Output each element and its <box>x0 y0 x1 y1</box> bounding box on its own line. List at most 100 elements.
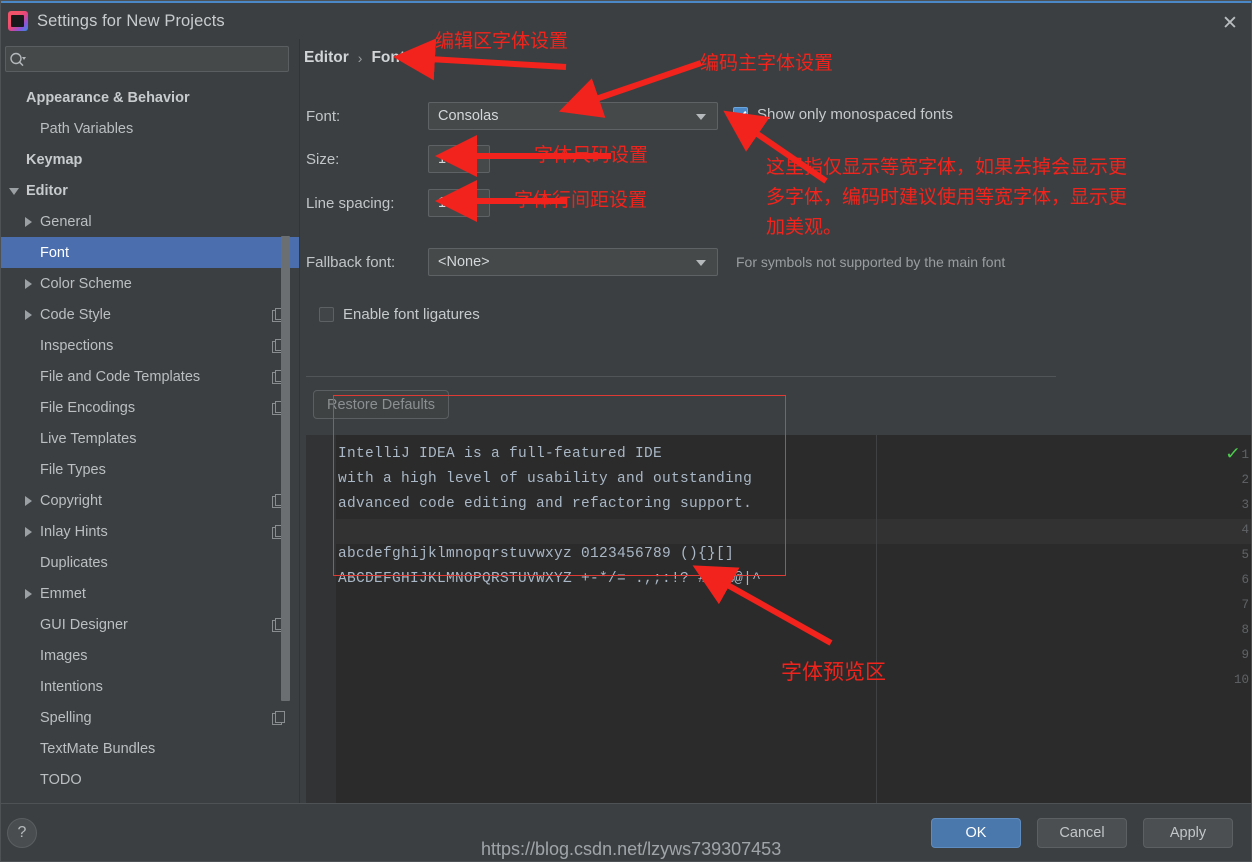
chevron-right-icon[interactable] <box>23 278 34 289</box>
chevron-right-icon[interactable] <box>23 588 34 599</box>
sidebar-item-intentions[interactable]: Intentions <box>1 671 299 702</box>
sidebar-item-spelling[interactable]: Spelling <box>1 702 299 733</box>
sidebar-item-file-encodings[interactable]: File Encodings <box>1 392 299 423</box>
search-box[interactable] <box>5 46 289 72</box>
monospaced-label: Show only monospaced fonts <box>757 106 953 123</box>
sidebar-item-inlay-hints[interactable]: Inlay Hints <box>1 516 299 547</box>
font-row: Font: Consolas <box>306 102 718 130</box>
sidebar-scrollbar[interactable] <box>281 236 290 701</box>
font-family-value: Consolas <box>438 108 499 124</box>
chevron-down-icon <box>696 260 706 266</box>
sidebar-item-label: Inlay Hints <box>40 523 108 540</box>
size-row: Size: 13 <box>306 145 490 173</box>
sidebar-item-label: Spelling <box>40 709 92 726</box>
font-preview-editor[interactable]: 1 2 3 4 5 6 7 8 9 10 IntelliJ IDEA is a full-feat… <box>306 435 1251 833</box>
sidebar-item-label: Code Style <box>40 306 111 323</box>
sidebar-item-todo[interactable]: TODO <box>1 764 299 795</box>
settings-dialog: Settings for New Projects ✕ Appearance &… <box>0 0 1252 862</box>
line-number: 2 <box>1241 473 1249 487</box>
green-check-icon: ✓ <box>1224 444 1242 463</box>
sidebar-item-file-and-code-templates[interactable]: File and Code Templates <box>1 361 299 392</box>
sidebar-item-general[interactable]: General <box>1 206 299 237</box>
sidebar-item-label: Path Variables <box>40 120 134 137</box>
line-number: 5 <box>1241 548 1249 562</box>
settings-sidebar: Appearance & Behavior Path Variables Keyma… <box>1 39 300 805</box>
ligatures-checkbox-row[interactable]: Enable font ligatures <box>319 306 480 323</box>
section-divider <box>306 376 1056 377</box>
ok-button[interactable]: OK <box>931 818 1021 848</box>
copy-settings-icon[interactable] <box>272 711 285 725</box>
sidebar-item-appearance-behavior[interactable]: Appearance & Behavior <box>1 82 299 113</box>
line-spacing-input[interactable]: 1.2 <box>428 189 490 217</box>
ligatures-label: Enable font ligatures <box>343 306 480 323</box>
sidebar-item-label: Editor <box>26 182 68 199</box>
search-icon <box>9 52 31 67</box>
help-icon[interactable]: ? <box>7 818 37 848</box>
fallback-font-label: Fallback font: <box>306 253 396 271</box>
sidebar-item-label: Color Scheme <box>40 275 132 292</box>
sidebar-item-label: File Encodings <box>40 399 136 416</box>
sidebar-item-copyright[interactable]: Copyright <box>1 485 299 516</box>
search-input[interactable] <box>31 51 288 67</box>
sidebar-item-color-scheme[interactable]: Color Scheme <box>1 268 299 299</box>
ligatures-checkbox[interactable] <box>319 307 334 322</box>
line-number: 3 <box>1241 498 1249 512</box>
font-size-input[interactable]: 13 <box>428 145 490 173</box>
font-label: Font: <box>306 107 341 125</box>
sidebar-item-keymap[interactable]: Keymap <box>1 144 299 175</box>
breadcrumb-parent[interactable]: Editor <box>304 49 349 67</box>
sidebar-item-editor[interactable]: Editor <box>1 175 299 206</box>
sidebar-item-path-variables[interactable]: Path Variables <box>1 113 299 144</box>
size-label: Size: <box>306 150 340 168</box>
sidebar-item-label: TextMate Bundles <box>40 740 156 757</box>
line-spacing-row: Line spacing: 1.2 <box>306 189 490 217</box>
restore-defaults-button[interactable]: Restore Defaults <box>313 390 449 419</box>
cancel-button[interactable]: Cancel <box>1037 818 1127 848</box>
sidebar-item-label: General <box>40 213 92 230</box>
sidebar-item-label: Intentions <box>40 678 103 695</box>
chevron-right-icon[interactable] <box>23 495 34 506</box>
preview-code-line: with a high level of usability and outst… <box>338 471 753 487</box>
chevron-right-icon[interactable] <box>23 309 34 320</box>
monospaced-checkbox-row[interactable]: Show only monospaced fonts <box>733 106 953 123</box>
chevron-down-icon[interactable] <box>9 185 20 196</box>
title-bar: Settings for New Projects ✕ <box>1 1 1251 41</box>
apply-button[interactable]: Apply <box>1143 818 1233 848</box>
close-icon[interactable]: ✕ <box>1207 5 1251 41</box>
sidebar-item-code-style[interactable]: Code Style <box>1 299 299 330</box>
fallback-font-value: <None> <box>438 254 490 270</box>
sidebar-item-live-templates[interactable]: Live Templates <box>1 423 299 454</box>
chevron-right-icon[interactable] <box>23 216 34 227</box>
sidebar-item-emmet[interactable]: Emmet <box>1 578 299 609</box>
sidebar-item-gui-designer[interactable]: GUI Designer <box>1 609 299 640</box>
sidebar-item-label: Live Templates <box>40 430 137 447</box>
sidebar-item-font[interactable]: Font <box>1 237 299 268</box>
font-family-select[interactable]: Consolas <box>428 102 718 130</box>
line-number: 10 <box>1233 673 1249 687</box>
line-number: 9 <box>1241 648 1249 662</box>
line-number: 6 <box>1241 573 1249 587</box>
sidebar-item-duplicates[interactable]: Duplicates <box>1 547 299 578</box>
chevron-right-icon[interactable] <box>23 526 34 537</box>
fallback-font-select[interactable]: <None> <box>428 248 718 276</box>
sidebar-item-images[interactable]: Images <box>1 640 299 671</box>
sidebar-item-file-types[interactable]: File Types <box>1 454 299 485</box>
sidebar-item-textmate-bundles[interactable]: TextMate Bundles <box>1 733 299 764</box>
sidebar-item-inspections[interactable]: Inspections <box>1 330 299 361</box>
sidebar-item-label: File Types <box>40 461 106 478</box>
monospaced-checkbox[interactable] <box>733 107 748 122</box>
